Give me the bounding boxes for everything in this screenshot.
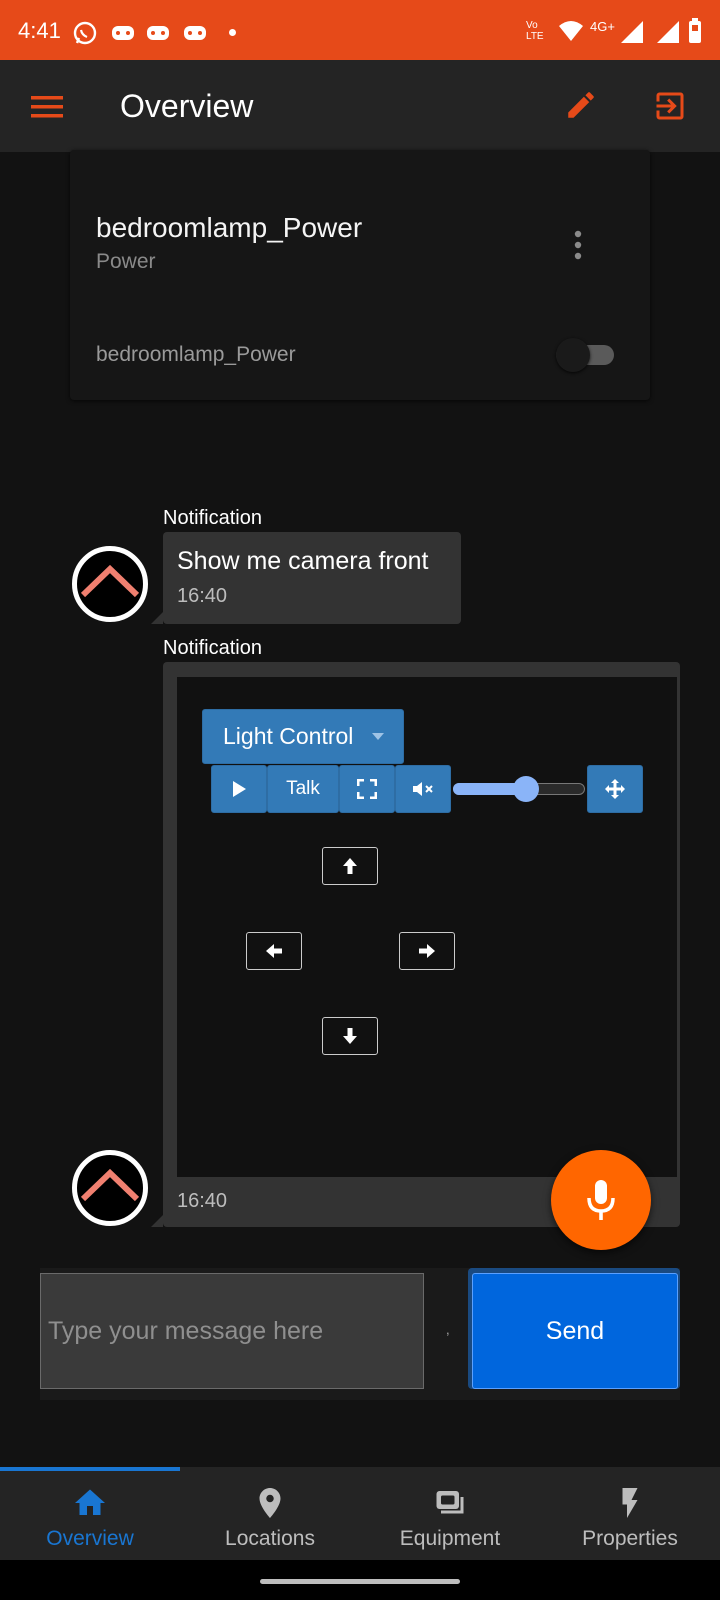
home-gesture-handle[interactable] (260, 1579, 460, 1584)
mute-button[interactable] (395, 765, 451, 813)
whatsapp-icon (73, 21, 97, 45)
arrow-down-icon (343, 1028, 357, 1044)
light-control-dropdown[interactable]: Light Control (202, 709, 404, 764)
pan-left-button[interactable] (246, 932, 302, 970)
message-text: Show me camera front (177, 547, 429, 575)
card-title: bedroomlamp_Power (96, 212, 363, 243)
pan-up-button[interactable] (322, 847, 378, 885)
item-card: bedroomlamp_Power Power bedroomlamp_Powe… (70, 150, 650, 400)
play-icon (233, 781, 246, 797)
message-input[interactable] (40, 1273, 424, 1389)
status-time: 4:41 (18, 18, 61, 43)
card-subtitle: Power (96, 250, 156, 273)
signal-icon (657, 21, 679, 43)
microphone-icon (587, 1180, 615, 1220)
move-button[interactable] (587, 765, 643, 813)
voice-input-button[interactable] (551, 1150, 651, 1250)
arrow-left-icon (266, 944, 282, 958)
volte-indicator: Vo LTE (526, 20, 544, 42)
send-label: Send (545, 1316, 605, 1345)
camera-view[interactable]: Light Control Talk (177, 677, 677, 1177)
arrow-right-icon (419, 944, 435, 958)
equipment-icon (436, 1491, 464, 1514)
game-controller-icon (147, 26, 169, 40)
nav-item-equipment[interactable]: Equipment (360, 1467, 540, 1560)
volume-slider-thumb[interactable] (512, 776, 539, 802)
volume-mute-icon (413, 782, 433, 796)
talk-button[interactable]: Talk (267, 765, 339, 813)
signal-icon (621, 21, 643, 43)
arrow-up-icon (343, 858, 357, 874)
play-button[interactable] (211, 765, 267, 813)
nav-label: Equipment (399, 1527, 501, 1550)
game-controller-icon (184, 26, 206, 40)
message-sender-label: Notification (163, 507, 262, 529)
fullscreen-button[interactable] (339, 765, 395, 813)
fullscreen-icon (357, 779, 377, 799)
bubble-tail (151, 612, 163, 624)
bottom-navigation: Overview Locations Equipment Properties (0, 1467, 720, 1560)
location-pin-icon (259, 1488, 281, 1518)
home-icon (75, 1489, 105, 1515)
move-arrows-icon (605, 779, 625, 799)
more-notifications-dot (229, 29, 236, 36)
send-button[interactable]: Send (472, 1273, 678, 1389)
pan-down-button[interactable] (322, 1017, 378, 1055)
openhab-logo-icon (80, 1168, 140, 1202)
nav-label: Overview (46, 1527, 134, 1550)
battery-icon (689, 18, 701, 43)
page-title: Overview (120, 88, 254, 124)
talk-label: Talk (286, 778, 320, 799)
wifi-icon (559, 21, 583, 41)
nav-label: Properties (582, 1527, 678, 1550)
logout-icon[interactable] (652, 88, 688, 124)
composer-separator: , (446, 1322, 450, 1337)
nav-label: Locations (225, 1527, 315, 1550)
status-bar: 4:41 Vo LTE 4G+ (0, 0, 720, 60)
menu-icon[interactable] (30, 94, 64, 120)
dropdown-label: Light Control (223, 723, 354, 749)
message-time: 16:40 (177, 585, 228, 607)
pan-right-button[interactable] (399, 932, 455, 970)
bubble-tail (151, 1215, 163, 1227)
bot-avatar (72, 546, 148, 622)
nav-item-locations[interactable]: Locations (180, 1467, 360, 1560)
power-toggle[interactable] (556, 338, 590, 372)
card-item-label: bedroomlamp_Power (96, 343, 296, 366)
game-controller-icon (112, 26, 134, 40)
nav-item-properties[interactable]: Properties (540, 1467, 720, 1560)
pencil-icon[interactable] (564, 88, 598, 122)
message-bubble (163, 532, 461, 624)
message-sender-label: Notification (163, 637, 262, 659)
lightning-bolt-icon (622, 1488, 638, 1518)
system-gesture-bar (0, 1560, 720, 1600)
caret-down-icon (372, 733, 384, 740)
app-bar: Overview (0, 60, 720, 152)
bot-avatar (72, 1150, 148, 1226)
message-time: 16:40 (177, 1190, 228, 1212)
openhab-logo-icon (80, 564, 140, 598)
network-type: 4G+ (590, 19, 615, 34)
more-vert-icon[interactable] (574, 230, 582, 260)
nav-item-overview[interactable]: Overview (0, 1467, 180, 1560)
